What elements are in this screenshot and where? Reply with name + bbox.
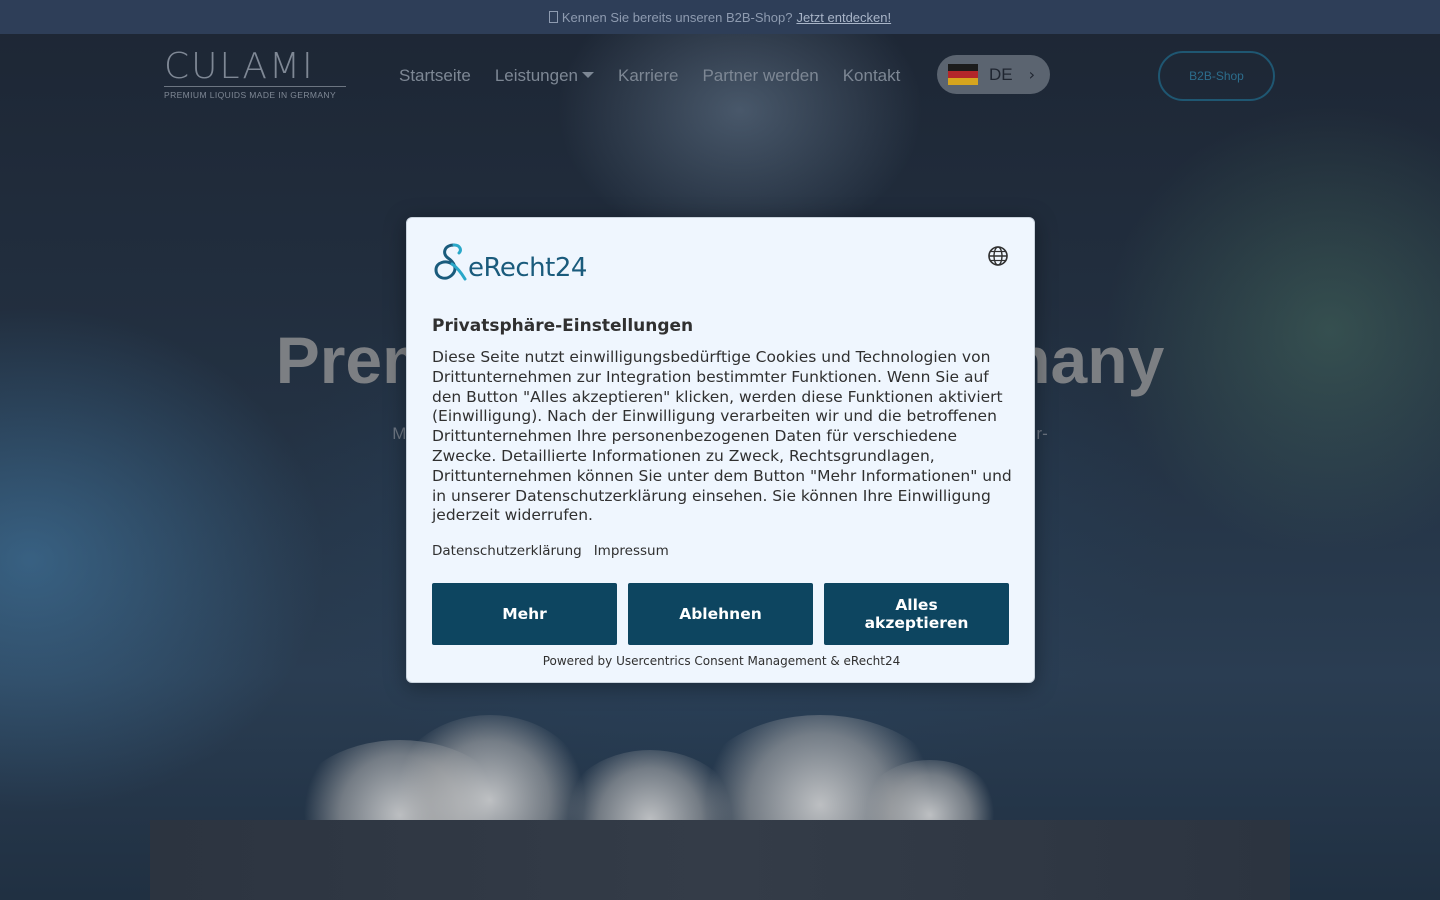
promo-banner: Kennen Sie bereits unseren B2B-Shop? Jet… (0, 0, 1440, 34)
hero-subtitle-left: M (392, 424, 407, 443)
logo-tagline: PREMIUM LIQUIDS MADE IN GERMANY (164, 90, 337, 100)
logo-wordmark: CULAMI (164, 46, 315, 87)
nav-item-startseite[interactable]: Startseite (399, 66, 471, 86)
imprint-link[interactable]: Impressum (594, 543, 669, 559)
site-header: CULAMI PREMIUM LIQUIDS MADE IN GERMANY S… (0, 34, 1440, 118)
brand-name: eRecht24 (468, 253, 587, 283)
logo[interactable]: CULAMI PREMIUM LIQUIDS MADE IN GERMANY (164, 46, 350, 100)
content-panel (150, 820, 1290, 900)
erecht24-mark-icon (434, 243, 467, 281)
hero-subtitle-right: r- (1036, 424, 1048, 443)
nav-item-partner-werden[interactable]: Partner werden (702, 66, 818, 86)
b2b-shop-button[interactable]: B2B-Shop (1158, 51, 1275, 101)
germany-flag-icon (948, 64, 978, 85)
promo-text: Kennen Sie bereits unseren B2B-Shop? (561, 9, 793, 25)
caret-down-icon (582, 72, 594, 78)
nav-item-karriere[interactable]: Karriere (618, 66, 678, 86)
nav-item-kontakt[interactable]: Kontakt (843, 66, 901, 86)
dialog-links: Datenschutzerklärung Impressum (432, 543, 681, 559)
reject-button[interactable]: Ablehnen (628, 583, 813, 645)
main-nav: Startseite Leistungen Karriere Partner w… (399, 66, 924, 86)
more-button[interactable]: Mehr (432, 583, 617, 645)
language-label: DE (989, 64, 1013, 84)
erecht24-logo: eRecht24 (432, 242, 587, 282)
nav-item-label: Leistungen (494, 66, 578, 85)
privacy-policy-link[interactable]: Datenschutzerklärung (432, 543, 582, 559)
globe-icon[interactable] (987, 245, 1009, 267)
language-switcher[interactable]: DE › (937, 55, 1050, 94)
dialog-title: Privatsphäre-Einstellungen (432, 316, 694, 336)
accept-all-button[interactable]: Alles akzeptieren (824, 583, 1009, 645)
consent-dialog: eRecht24 Privatsphäre-Einstellungen Dies… (406, 217, 1035, 683)
chevron-right-icon: › (1028, 65, 1036, 84)
nav-item-leistungen[interactable]: Leistungen (495, 66, 594, 86)
powered-by: Powered by Usercentrics Consent Manageme… (542, 654, 901, 668)
dialog-body: Diese Seite nutzt einwilligungsbedürftig… (432, 348, 1012, 525)
promo-link[interactable]: Jetzt entdecken! (796, 10, 891, 25)
info-icon (548, 11, 558, 23)
